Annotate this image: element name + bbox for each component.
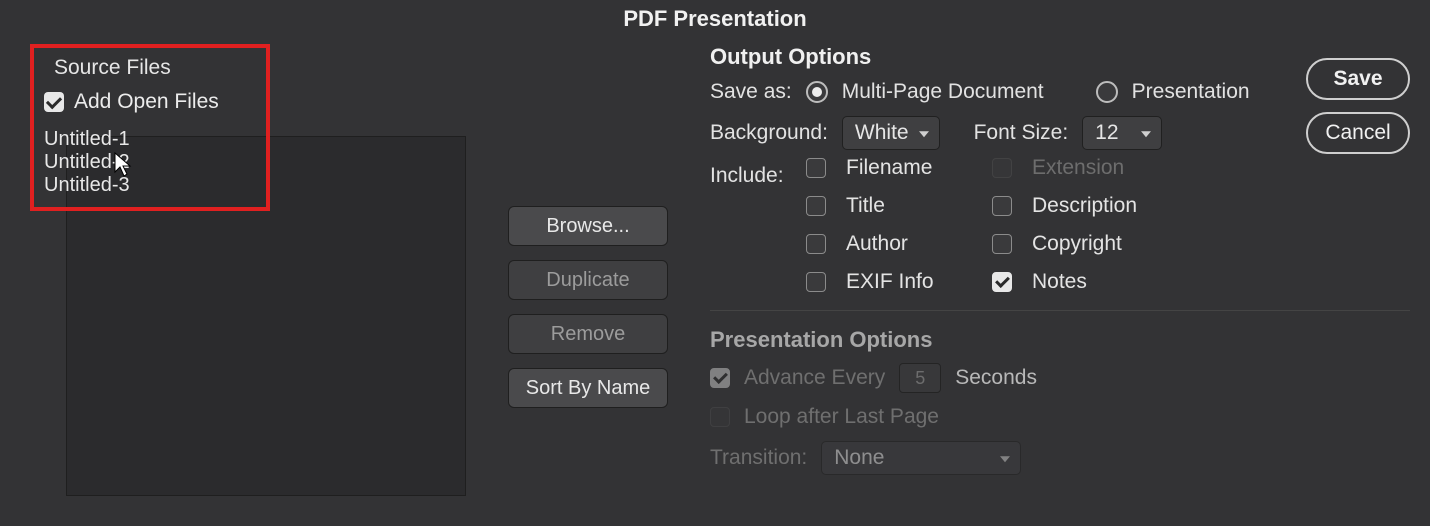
add-open-files-checkbox[interactable] bbox=[44, 92, 64, 112]
advance-seconds-input: 5 bbox=[899, 363, 941, 393]
multi-page-radio[interactable] bbox=[806, 81, 828, 103]
extension-label: Extension bbox=[1032, 156, 1192, 180]
window-title: PDF Presentation bbox=[0, 0, 1430, 44]
copyright-label: Copyright bbox=[1032, 232, 1192, 256]
include-label: Include: bbox=[710, 164, 784, 188]
source-files-highlight: Source Files Add Open Files Untitled-1 U… bbox=[30, 44, 270, 211]
title-checkbox[interactable] bbox=[806, 196, 826, 216]
source-files-heading: Source Files bbox=[54, 56, 256, 80]
sort-by-name-button[interactable]: Sort By Name bbox=[508, 368, 668, 408]
background-select[interactable]: White bbox=[842, 116, 940, 150]
exif-checkbox[interactable] bbox=[806, 272, 826, 292]
file-list-item[interactable]: Untitled-3 bbox=[44, 174, 256, 197]
loop-label: Loop after Last Page bbox=[744, 405, 939, 429]
title-label: Title bbox=[846, 194, 986, 218]
save-as-label: Save as: bbox=[710, 80, 792, 104]
browse-button[interactable]: Browse... bbox=[508, 206, 668, 246]
filename-label: Filename bbox=[846, 156, 986, 180]
extension-checkbox bbox=[992, 158, 1012, 178]
add-open-files-label: Add Open Files bbox=[74, 90, 219, 114]
notes-label: Notes bbox=[1032, 270, 1192, 294]
filename-checkbox[interactable] bbox=[806, 158, 826, 178]
author-checkbox[interactable] bbox=[806, 234, 826, 254]
copyright-checkbox[interactable] bbox=[992, 234, 1012, 254]
loop-checkbox bbox=[710, 407, 730, 427]
transition-select: None bbox=[821, 441, 1021, 475]
presentation-radio[interactable] bbox=[1096, 81, 1118, 103]
notes-checkbox[interactable] bbox=[992, 272, 1012, 292]
author-label: Author bbox=[846, 232, 986, 256]
multi-page-label: Multi-Page Document bbox=[842, 80, 1044, 104]
file-list-item[interactable]: Untitled-2 bbox=[44, 151, 256, 174]
presentation-options-heading: Presentation Options bbox=[710, 327, 1410, 353]
description-label: Description bbox=[1032, 194, 1192, 218]
file-list-item[interactable]: Untitled-1 bbox=[44, 128, 256, 151]
font-size-label: Font Size: bbox=[974, 121, 1069, 145]
save-button[interactable]: Save bbox=[1306, 58, 1410, 100]
advance-every-label: Advance Every bbox=[744, 366, 885, 390]
cancel-button[interactable]: Cancel bbox=[1306, 112, 1410, 154]
advance-every-checkbox bbox=[710, 368, 730, 388]
output-options-heading: Output Options bbox=[710, 44, 1410, 70]
font-size-select[interactable]: 12 bbox=[1082, 116, 1162, 150]
description-checkbox[interactable] bbox=[992, 196, 1012, 216]
duplicate-button[interactable]: Duplicate bbox=[508, 260, 668, 300]
exif-label: EXIF Info bbox=[846, 270, 986, 294]
background-label: Background: bbox=[710, 121, 828, 145]
transition-label: Transition: bbox=[710, 446, 807, 470]
seconds-label: Seconds bbox=[955, 366, 1037, 390]
presentation-label: Presentation bbox=[1132, 80, 1250, 104]
divider bbox=[710, 310, 1410, 311]
remove-button[interactable]: Remove bbox=[508, 314, 668, 354]
